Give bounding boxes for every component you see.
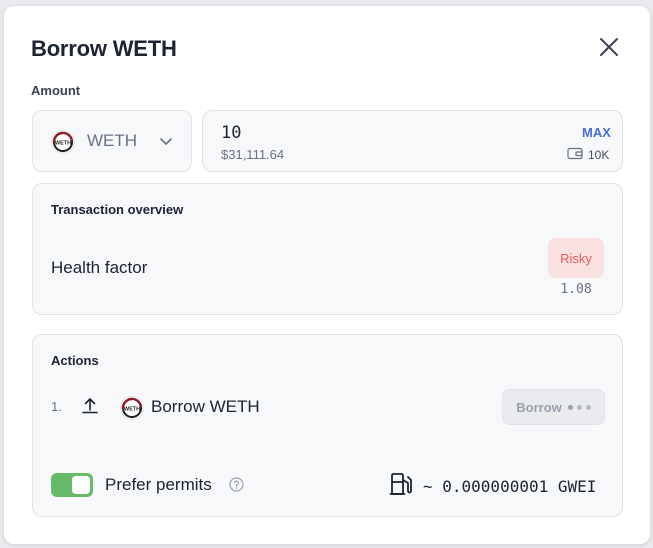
step-label: Borrow WETH [151, 397, 260, 416]
wallet-icon [567, 147, 583, 163]
prefer-permits-toggle[interactable] [51, 473, 93, 497]
actions-title: Actions [51, 353, 99, 368]
borrow-button-label: Borrow [516, 399, 562, 415]
health-factor-value: 1.08 [560, 282, 592, 297]
prefer-permits-label: Prefer permits [105, 475, 212, 494]
risk-badge: Risky [548, 238, 604, 278]
actions-panel: Actions 1. WETH Borrow WETH Borrow Prefe… [32, 334, 623, 517]
max-button[interactable]: MAX [582, 125, 611, 140]
wallet-balance-value: 10K [588, 148, 610, 162]
asset-select[interactable]: WETH WETH [32, 110, 192, 172]
overview-title: Transaction overview [51, 202, 184, 217]
borrow-modal: Borrow WETH Amount WETH WETH $31,111.64 … [4, 6, 650, 544]
asset-symbol: WETH [87, 131, 138, 150]
loading-dots-icon [567, 404, 591, 410]
wallet-balance: 10K [567, 147, 609, 163]
borrow-button[interactable]: Borrow [502, 389, 605, 425]
modal-title: Borrow WETH [31, 36, 177, 61]
weth-logo-text: WETH [55, 140, 71, 146]
toggle-knob [72, 476, 90, 494]
gas-pump-icon [389, 471, 415, 502]
amount-usd-value: $31,111.64 [221, 147, 285, 162]
transaction-overview: Transaction overview Health factor Risky… [32, 183, 623, 315]
chevron-down-icon [159, 134, 173, 153]
close-icon[interactable] [597, 35, 621, 59]
weth-token-icon: WETH [120, 396, 144, 420]
amount-field: $31,111.64 MAX 10K [202, 110, 623, 172]
step-number: 1. [51, 399, 62, 414]
health-factor-label: Health factor [51, 258, 148, 277]
amount-input[interactable] [221, 121, 481, 145]
gas-estimate: ~ 0.000000001 GWEI [423, 477, 597, 496]
help-icon[interactable] [229, 477, 244, 492]
upload-icon [81, 397, 99, 420]
amount-label: Amount [31, 83, 81, 98]
weth-token-icon: WETH [51, 130, 75, 154]
weth-logo-text: WETH [124, 406, 140, 412]
